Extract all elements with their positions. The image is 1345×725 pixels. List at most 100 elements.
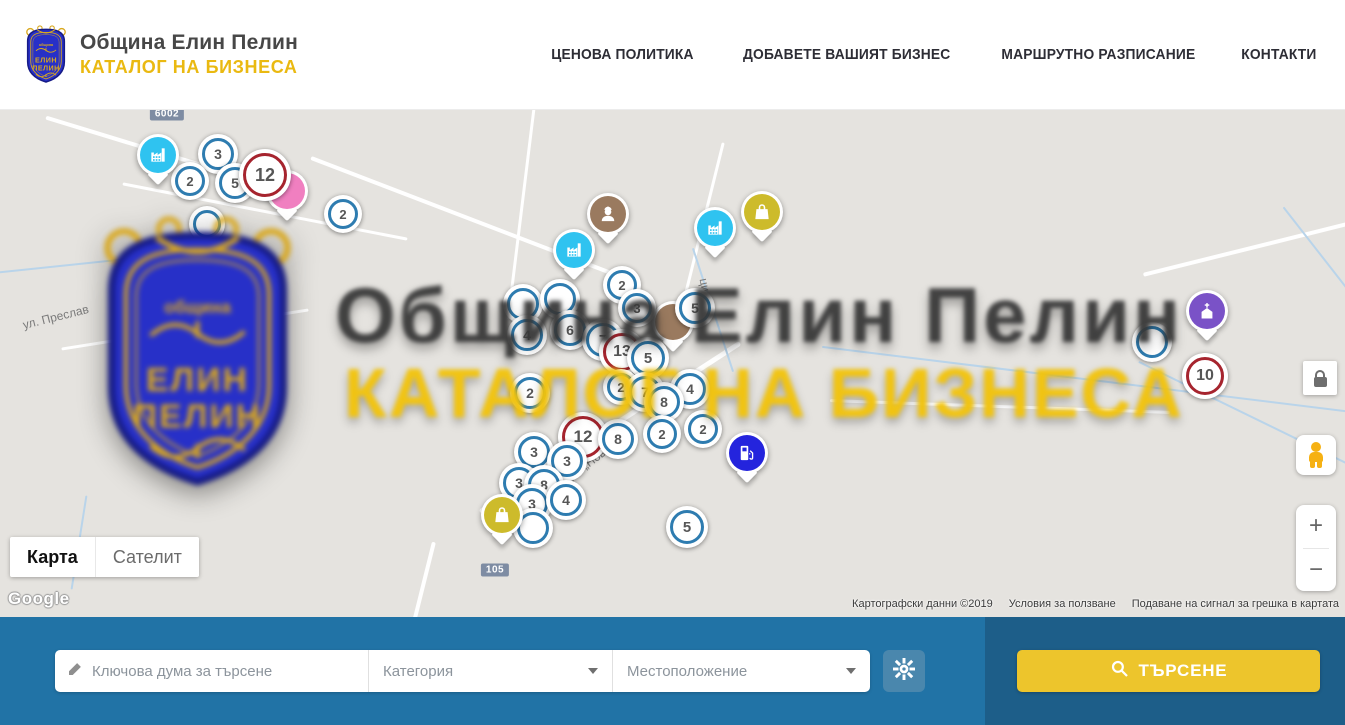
category-select[interactable]: Категория	[368, 650, 612, 692]
cluster-marker[interactable]	[1132, 322, 1172, 362]
cluster-marker[interactable]: 10	[1182, 353, 1228, 399]
street-name-label: ул. Преслав	[21, 302, 90, 332]
site-title: Община Елин Пелин	[80, 31, 298, 55]
gear-icon	[893, 658, 915, 685]
cluster-marker[interactable]: 5	[675, 288, 715, 328]
fuel-icon	[729, 435, 765, 471]
search-button[interactable]: ТЪРСЕНЕ	[1017, 650, 1320, 692]
worker-pin[interactable]	[587, 193, 629, 235]
factory-pin[interactable]	[694, 207, 736, 249]
terms-link[interactable]: Условия за ползване	[1009, 598, 1116, 610]
map[interactable]: 6002105ул. Преславбул. „Новоселци 325122…	[0, 110, 1345, 617]
cluster-marker[interactable]: 4	[507, 315, 547, 355]
search-input[interactable]	[92, 663, 356, 680]
factory-icon	[556, 232, 592, 268]
cluster-marker[interactable]: 4	[546, 480, 586, 520]
cluster-marker[interactable]: 2	[510, 373, 550, 413]
nav-item-pricing[interactable]: ЦЕНОВА ПОЛИТИКА	[551, 46, 693, 63]
cluster-count	[1136, 326, 1168, 358]
worker-icon	[590, 196, 626, 232]
cluster-marker[interactable]: 12	[239, 149, 291, 201]
location-select-value: Местоположение	[627, 663, 747, 680]
bag-icon	[484, 497, 520, 533]
search-button-label: ТЪРСЕНЕ	[1139, 661, 1228, 681]
cluster-marker[interactable]: 2	[684, 410, 722, 448]
cluster-marker[interactable]: 3	[618, 289, 656, 327]
chevron-down-icon	[846, 668, 856, 674]
svg-text:ПЕЛИН: ПЕЛИН	[32, 63, 60, 72]
watermark-crest: община ЕЛИН ПЕЛИН	[85, 215, 310, 496]
cluster-count: 12	[243, 153, 287, 197]
nav-item-contacts[interactable]: КОНТАКТИ	[1241, 46, 1316, 63]
svg-text:ЕЛИН: ЕЛИН	[146, 361, 249, 399]
report-error-link[interactable]: Подаване на сигнал за грешка в картата	[1132, 598, 1339, 610]
cluster-count: 2	[328, 199, 358, 229]
cluster-count: 2	[175, 166, 205, 196]
svg-text:ПЕЛИН: ПЕЛИН	[133, 398, 262, 436]
site-subtitle: КАТАЛОГ НА БИЗНЕСА	[80, 57, 298, 78]
map-road	[398, 542, 436, 617]
road-number-label: 105	[481, 564, 509, 577]
pencil-icon	[67, 661, 83, 682]
attribution-copyright: Картографски данни ©2019	[852, 598, 993, 610]
cluster-count: 2	[514, 377, 546, 409]
cluster-marker[interactable]: 2	[171, 162, 209, 200]
bag-pin[interactable]	[481, 494, 523, 536]
bag-pin[interactable]	[741, 191, 783, 233]
map-river	[0, 258, 130, 275]
nav-item-add-business[interactable]: ДОБАВЕТЕ ВАШИЯТ БИЗНЕС	[743, 46, 950, 63]
main-nav: ЦЕНОВА ПОЛИТИКА ДОБАВЕТЕ ВАШИЯТ БИЗНЕС М…	[545, 46, 1320, 63]
google-logo[interactable]: Google	[8, 589, 70, 609]
category-select-value: Категория	[383, 663, 453, 680]
watermark-title: Община Елин Пелин	[335, 270, 1183, 361]
bag-icon	[744, 194, 780, 230]
cluster-marker[interactable]: 5	[666, 506, 708, 548]
cluster-count	[193, 210, 221, 238]
cluster-count: 2	[647, 419, 677, 449]
map-river	[822, 346, 1345, 416]
cluster-marker[interactable]	[189, 206, 225, 242]
cluster-count: 10	[1186, 357, 1224, 395]
map-road	[830, 399, 1170, 414]
cluster-marker[interactable]: 2	[643, 415, 681, 453]
svg-text:община: община	[164, 297, 231, 317]
page: община ЕЛИН ПЕЛИН Община Елин Пелин КАТА…	[0, 0, 1345, 725]
advanced-search-button[interactable]	[883, 650, 925, 692]
search-bar: Категория Местоположение ТЪРСЕНЕ	[0, 617, 1345, 725]
cluster-count: 8	[648, 386, 680, 418]
nav-item-route-schedule[interactable]: МАРШРУТНО РАЗПИСАНИЕ	[1002, 46, 1196, 63]
site-logo[interactable]: община ЕЛИН ПЕЛИН Община Елин Пелин КАТА…	[22, 25, 298, 84]
cluster-marker[interactable]: 8	[598, 419, 638, 459]
church-pin[interactable]	[1186, 290, 1228, 332]
header: община ЕЛИН ПЕЛИН Община Елин Пелин КАТА…	[0, 0, 1345, 110]
cluster-marker[interactable]: 2	[324, 195, 362, 233]
map-type-map-button[interactable]: Карта	[10, 537, 95, 577]
cluster-count: 5	[679, 292, 711, 324]
cluster-count: 5	[670, 510, 704, 544]
search-icon	[1110, 659, 1129, 683]
zoom-control: + −	[1296, 505, 1336, 591]
factory-pin[interactable]	[137, 134, 179, 176]
chevron-down-icon	[588, 668, 598, 674]
street-view-pegman-button[interactable]	[1296, 435, 1336, 475]
factory-icon	[140, 137, 176, 173]
map-type-control: Карта Сателит	[10, 537, 199, 577]
factory-icon	[697, 210, 733, 246]
factory-pin[interactable]	[553, 229, 595, 271]
cluster-count: 3	[622, 293, 652, 323]
zoom-in-button[interactable]: +	[1296, 505, 1336, 548]
zoom-out-button[interactable]: −	[1296, 549, 1336, 592]
map-type-satellite-button[interactable]: Сателит	[95, 537, 199, 577]
map-attribution: Картографски данни ©2019 Условия за полз…	[852, 598, 1339, 610]
cluster-count: 2	[688, 414, 718, 444]
pegman-icon	[1308, 442, 1324, 468]
church-icon	[1189, 293, 1225, 329]
lock-button[interactable]	[1303, 361, 1337, 395]
municipality-crest-icon: община ЕЛИН ПЕЛИН	[22, 25, 70, 84]
keyword-section	[55, 650, 368, 692]
fuel-pin[interactable]	[726, 432, 768, 474]
svg-text:община: община	[39, 43, 54, 47]
location-select[interactable]: Местоположение	[612, 650, 870, 692]
cluster-count: 4	[550, 484, 582, 516]
search-group: Категория Местоположение	[55, 650, 870, 692]
